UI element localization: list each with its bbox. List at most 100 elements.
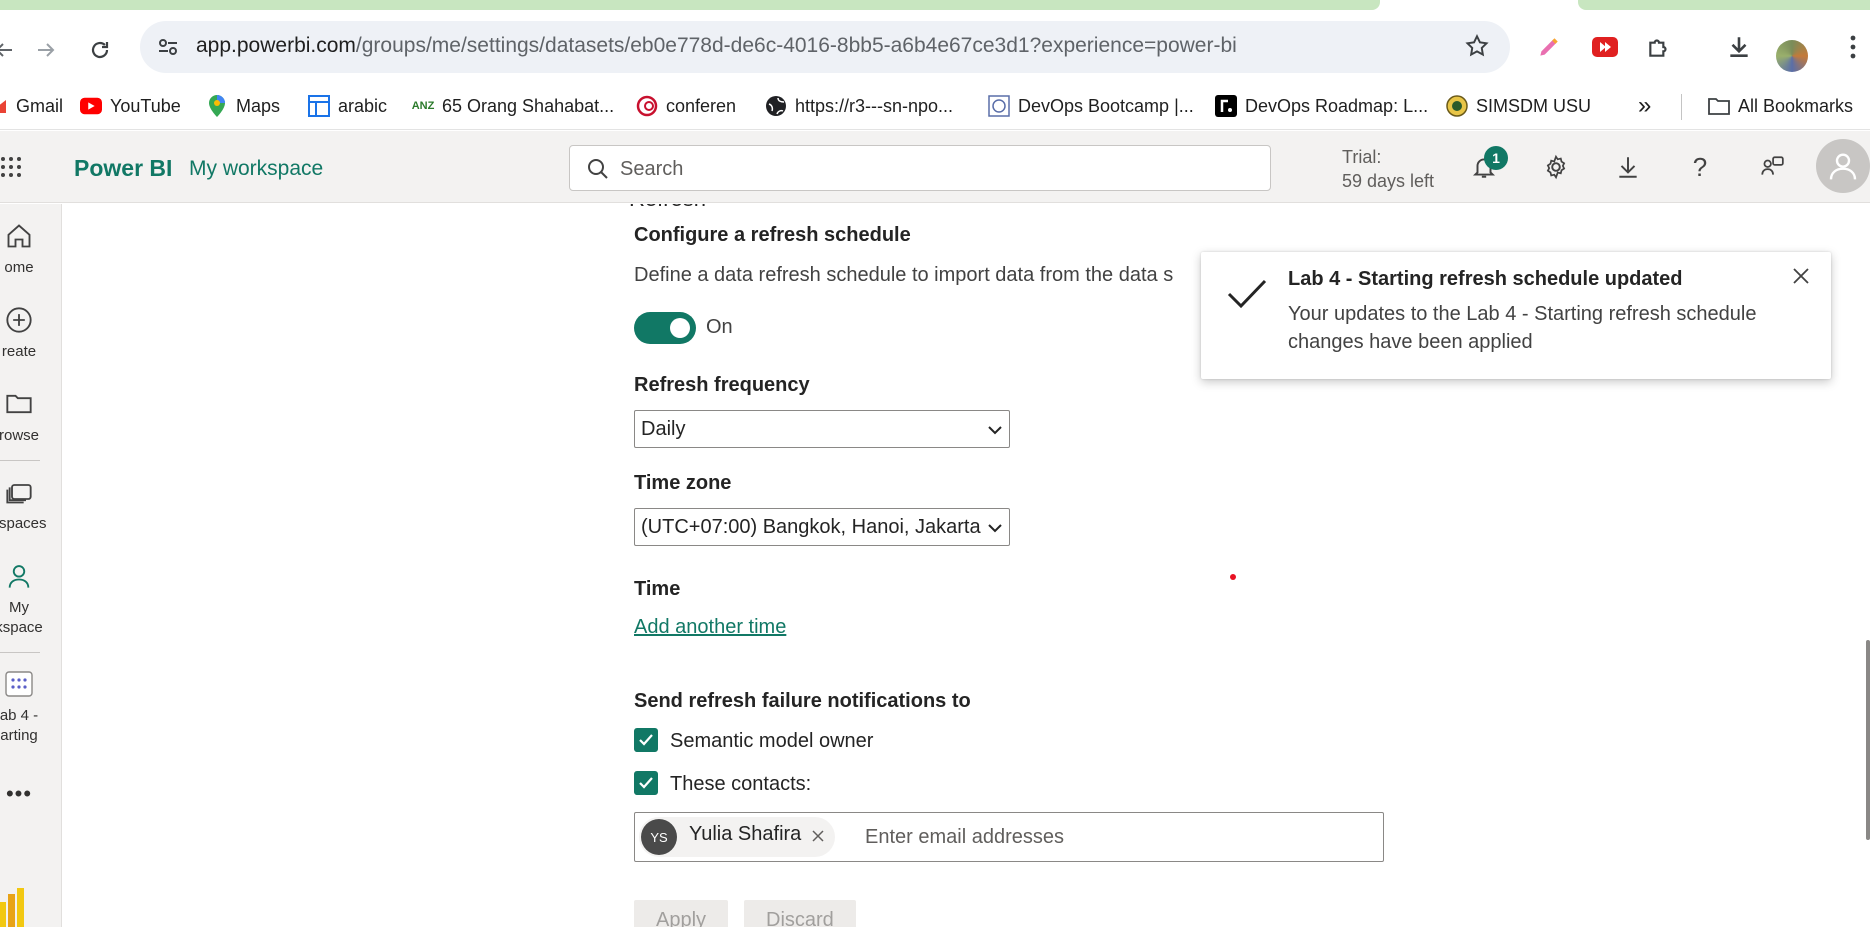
nav-lab4-starting[interactable]: ab 4 - arting	[0, 666, 61, 746]
app-launcher-icon[interactable]	[0, 155, 24, 179]
back-icon[interactable]	[0, 32, 22, 68]
bookmark-devops-bootcamp[interactable]: DevOps Bootcamp |...	[988, 90, 1194, 122]
home-icon	[0, 218, 61, 254]
discard-button[interactable]: Discard	[744, 900, 856, 927]
bookmark-conferen[interactable]: conferen	[636, 90, 736, 122]
time-label: Time	[634, 578, 681, 600]
active-tab-group[interactable]	[0, 0, 1380, 10]
download-icon[interactable]	[1610, 149, 1646, 185]
feedback-icon[interactable]	[1754, 149, 1790, 185]
nav-create[interactable]: reate	[0, 302, 61, 362]
refresh-schedule-toggle[interactable]	[634, 312, 696, 344]
maps-icon	[206, 95, 228, 117]
bookmark-label: YouTube	[110, 95, 181, 116]
time-zone-value: (UTC+07:00) Bangkok, Hanoi, Jakarta	[641, 516, 981, 538]
nav-label: ome	[4, 259, 34, 276]
checkmark-icon	[639, 777, 653, 789]
checkmark-icon	[639, 734, 653, 746]
remove-contact-icon[interactable]	[811, 829, 825, 848]
url-text: app.powerbi.com/groups/me/settings/datas…	[196, 34, 1237, 58]
person-icon	[0, 558, 61, 594]
nav-workspaces[interactable]: kspaces	[0, 474, 61, 534]
pen-extension-icon[interactable]	[1532, 30, 1566, 64]
more-bookmarks-button[interactable]: »	[1638, 90, 1651, 122]
these-contacts-checkbox[interactable]	[634, 771, 658, 795]
semantic-model-owner-checkbox[interactable]	[634, 728, 658, 752]
bookmark-label: https://r3---sn-npo...	[795, 95, 954, 116]
cursor-dot	[1230, 574, 1236, 580]
configure-refresh-title: Configure a refresh schedule	[634, 224, 911, 246]
url-host: app.powerbi.com	[196, 34, 356, 57]
apply-button[interactable]: Apply	[634, 900, 729, 927]
nav-browse[interactable]: rowse	[0, 386, 61, 446]
tab-group[interactable]	[1578, 0, 1870, 10]
nav-my-workspace[interactable]: My kspace	[0, 558, 61, 638]
all-bookmarks-label: All Bookmarks	[1738, 95, 1854, 116]
extensions-puzzle-icon[interactable]	[1642, 30, 1676, 64]
refresh-frequency-value: Daily	[641, 418, 686, 440]
email-field[interactable]: Enter email addresses	[865, 826, 1064, 849]
contact-chip[interactable]: YS Yulia Shafira	[639, 817, 836, 857]
semantic-model-owner-label: Semantic model owner	[670, 730, 874, 752]
anz-icon: ANZ	[411, 100, 435, 112]
all-bookmarks-button[interactable]: All Bookmarks	[1708, 90, 1853, 122]
bookmark-star-icon[interactable]	[1464, 33, 1490, 64]
powerbi-brand[interactable]: Power BI	[74, 155, 172, 182]
bookmark-arabic[interactable]: arabic	[308, 90, 387, 122]
chevron-down-icon	[985, 420, 1005, 445]
left-navigation: ome reate rowse kspaces My kspace ab 4 -…	[0, 204, 62, 927]
bookmark-label: SIMSDM USU	[1476, 95, 1592, 116]
search-box[interactable]: Search	[569, 145, 1271, 191]
powerbi-header: Power BI My workspace Search Trial: 59 d…	[0, 131, 1870, 203]
help-icon[interactable]: ?	[1682, 149, 1718, 185]
close-icon[interactable]	[1787, 262, 1815, 290]
bookmark-maps[interactable]: Maps	[206, 90, 280, 122]
roadmap-icon	[1215, 95, 1237, 117]
search-placeholder: Search	[620, 158, 684, 180]
youtube-icon	[80, 95, 102, 117]
search-icon	[586, 157, 610, 186]
bookmark-devops-roadmap[interactable]: DevOps Roadmap: L...	[1215, 90, 1428, 122]
nav-more-button[interactable]: •••	[0, 781, 61, 806]
bookmark-label: Maps	[236, 95, 281, 116]
success-check-icon	[1227, 278, 1267, 315]
browser-menu-icon[interactable]	[1836, 30, 1870, 64]
nav-divider	[0, 652, 40, 653]
bookmark-simsdm-usu[interactable]: SIMSDM USU	[1446, 90, 1591, 122]
bookmark-gmail[interactable]: Gmail	[0, 90, 63, 122]
downloads-icon[interactable]	[1722, 30, 1756, 64]
time-zone-dropdown[interactable]: (UTC+07:00) Bangkok, Hanoi, Jakarta	[634, 508, 1010, 546]
url-path: /groups/me/settings/datasets/eb0e778d-de…	[355, 34, 1237, 57]
contacts-input[interactable]: YS Yulia Shafira Enter email addresses	[634, 812, 1384, 862]
bookmark-youtube[interactable]: YouTube	[80, 90, 181, 122]
account-avatar[interactable]	[1816, 139, 1870, 193]
toast-title: Lab 4 - Starting refresh schedule update…	[1288, 268, 1683, 290]
trial-status[interactable]: Trial: 59 days left	[1342, 145, 1434, 193]
bookmark-label: 65 Orang Shahabat...	[442, 95, 615, 116]
nav-label: kspaces	[0, 515, 47, 532]
settings-gear-icon[interactable]	[1538, 149, 1574, 185]
add-another-time-link[interactable]: Add another time	[634, 616, 786, 639]
usu-icon	[1446, 95, 1468, 117]
refresh-frequency-dropdown[interactable]: Daily	[634, 410, 1010, 448]
bookmark-label: DevOps Bootcamp |...	[1018, 95, 1194, 116]
nav-label-line2: kspace	[0, 619, 43, 636]
bookmark-orang-shahabat[interactable]: ANZ 65 Orang Shahabat...	[412, 90, 614, 122]
nav-home[interactable]: ome	[0, 218, 61, 278]
configure-refresh-description: Define a data refresh schedule to import…	[634, 264, 1174, 286]
workspace-breadcrumb[interactable]: My workspace	[189, 157, 323, 181]
reload-icon[interactable]	[82, 32, 118, 68]
youtube-extension-icon[interactable]	[1588, 30, 1622, 64]
page-scrollbar[interactable]	[1866, 640, 1870, 840]
powerbi-logo-icon[interactable]	[0, 888, 24, 927]
browser-toolbar: app.powerbi.com/groups/me/settings/datas…	[0, 10, 1870, 82]
nav-divider	[0, 460, 40, 461]
bookmark-label: Gmail	[16, 95, 64, 116]
address-bar[interactable]: app.powerbi.com/groups/me/settings/datas…	[140, 21, 1510, 73]
site-settings-icon[interactable]	[154, 33, 182, 61]
profile-avatar[interactable]	[1776, 40, 1808, 72]
toggle-state-label: On	[706, 316, 733, 338]
bookmark-r3-sn[interactable]: https://r3---sn-npo...	[765, 90, 953, 122]
more-icon: •••	[5, 781, 33, 806]
forward-icon[interactable]	[28, 32, 64, 68]
